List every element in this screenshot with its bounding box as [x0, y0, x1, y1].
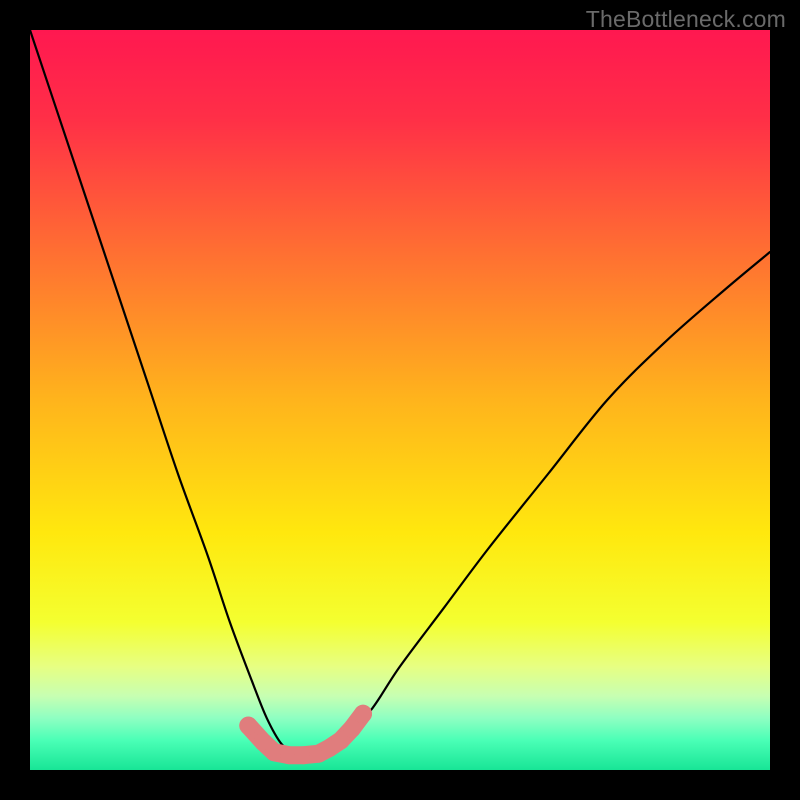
flat-marker: [354, 705, 372, 723]
flat-markers-group: [239, 705, 372, 764]
flat-marker: [265, 743, 283, 761]
flat-marker: [239, 717, 257, 735]
chart-frame: TheBottleneck.com: [0, 0, 800, 800]
plot-area: [30, 30, 770, 770]
flat-marker: [343, 720, 361, 738]
plot-overlay: [30, 30, 770, 770]
watermark-text: TheBottleneck.com: [586, 6, 786, 33]
bottleneck-curve: [30, 30, 770, 756]
